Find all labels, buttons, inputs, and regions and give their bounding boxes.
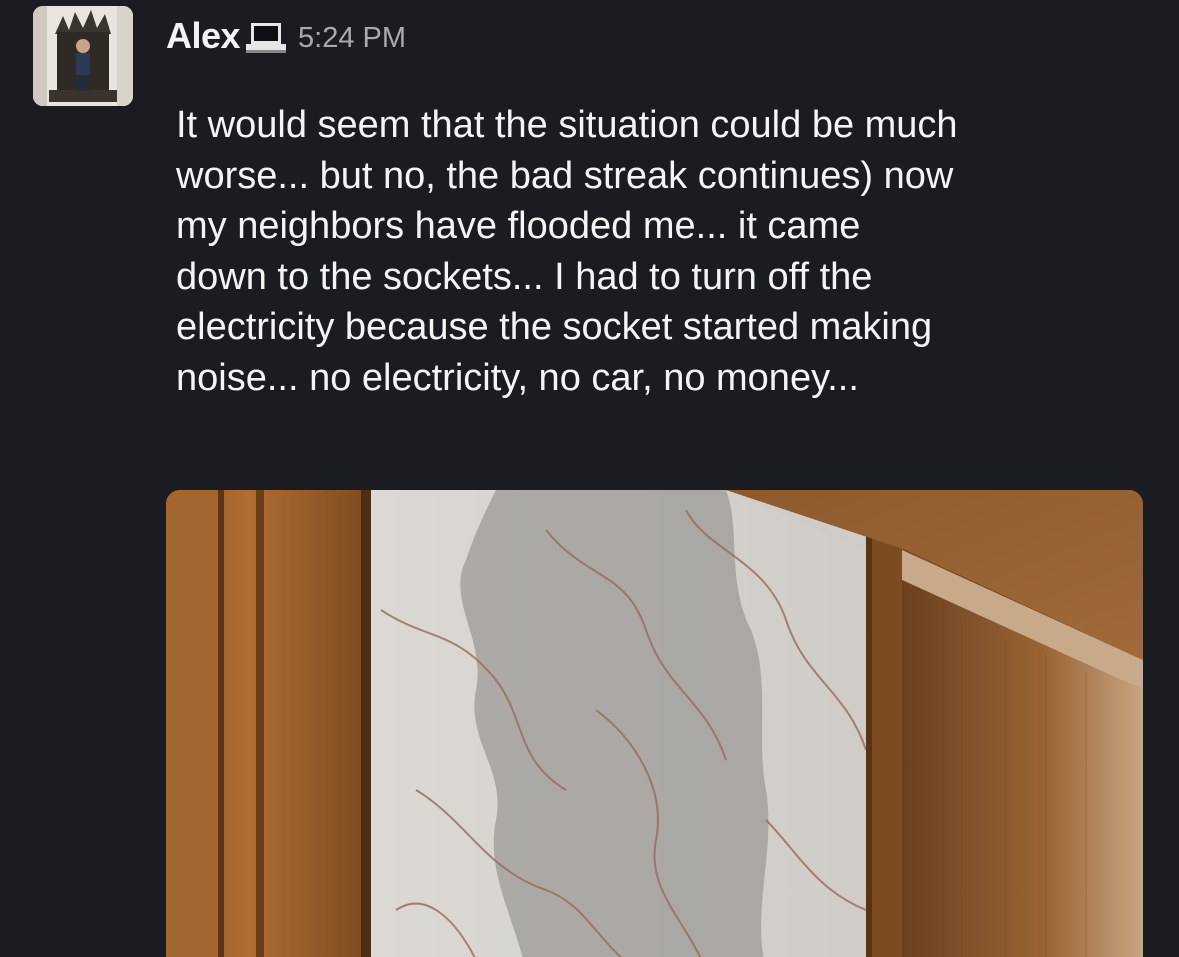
- image-attachment[interactable]: [166, 490, 1143, 957]
- laptop-icon: [246, 20, 287, 56]
- avatar-photo: [33, 6, 133, 106]
- message-text: It would seem that the situation could b…: [176, 104, 958, 399]
- timestamp[interactable]: 5:24 PM: [298, 22, 406, 55]
- attachment-photo: [166, 490, 1143, 957]
- message-header: Alex 5:24 PM: [166, 8, 406, 64]
- avatar[interactable]: [33, 6, 133, 106]
- author-name[interactable]: Alex: [166, 15, 241, 57]
- chat-message: Alex 5:24 PM It would seem that the situ…: [0, 0, 1179, 957]
